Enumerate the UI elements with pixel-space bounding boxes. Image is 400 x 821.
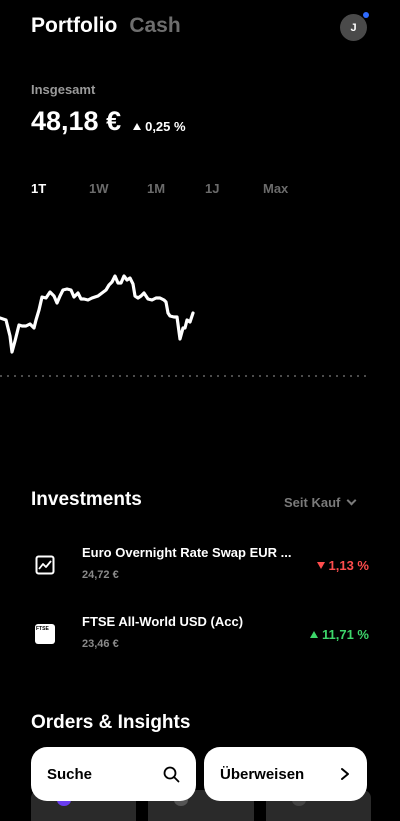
investment-change: 1,13 %: [316, 558, 369, 573]
investment-change: 11,71 %: [310, 627, 369, 642]
transfer-button[interactable]: Überweisen: [204, 747, 367, 801]
chevron-right-icon: [341, 768, 349, 780]
time-range-selector: 1T 1W 1M 1J Max: [31, 181, 321, 196]
header: Portfolio Cash: [31, 14, 181, 38]
total-row: 48,18 € 0,25 %: [31, 106, 186, 137]
arrow-up-icon: [133, 123, 142, 130]
arrow-up-icon: [310, 631, 318, 638]
investment-name: Euro Overnight Rate Swap EUR ...: [82, 545, 292, 560]
investment-row[interactable]: Euro Overnight Rate Swap EUR ... 24,72 €…: [31, 545, 371, 595]
ftse-logo-icon: FTSE: [35, 624, 55, 644]
search-button-label: Suche: [47, 765, 93, 783]
investment-value: 23,46 €: [82, 638, 119, 650]
chart-line: [0, 274, 195, 354]
investment-change-value: 11,71 %: [322, 627, 369, 642]
arrow-down-icon: [316, 562, 325, 569]
range-1j[interactable]: 1J: [205, 181, 263, 196]
tab-portfolio[interactable]: Portfolio: [31, 14, 117, 38]
avatar[interactable]: J: [340, 14, 367, 41]
orders-insights-title: Orders & Insights: [31, 712, 191, 733]
chevron-down-icon: [346, 495, 357, 506]
total-change: 0,25 %: [133, 119, 186, 134]
range-1m[interactable]: 1M: [147, 181, 205, 196]
investment-row[interactable]: FTSE FTSE All-World USD (Acc) 23,46 € 11…: [31, 614, 371, 664]
investment-change-value: 1,13 %: [328, 558, 369, 573]
portfolio-chart[interactable]: [0, 250, 400, 390]
search-icon: [163, 766, 180, 782]
total-change-value: 0,25 %: [145, 119, 186, 134]
tab-cash[interactable]: Cash: [129, 14, 180, 38]
investments-filter[interactable]: Seit Kauf: [284, 495, 357, 510]
investments-title: Investments: [31, 489, 142, 510]
notification-dot: [363, 12, 369, 18]
search-button[interactable]: Suche: [31, 747, 196, 801]
investment-value: 24,72 €: [82, 569, 119, 581]
range-1t[interactable]: 1T: [31, 181, 89, 196]
filter-label: Seit Kauf: [284, 495, 341, 510]
total-value: 48,18 €: [31, 106, 122, 136]
range-max[interactable]: Max: [263, 181, 321, 196]
total-label: Insgesamt: [31, 82, 96, 97]
transfer-button-label: Überweisen: [220, 765, 305, 783]
investment-name: FTSE All-World USD (Acc): [82, 614, 244, 629]
range-1w[interactable]: 1W: [89, 181, 147, 196]
chart-line-icon: [35, 555, 55, 575]
